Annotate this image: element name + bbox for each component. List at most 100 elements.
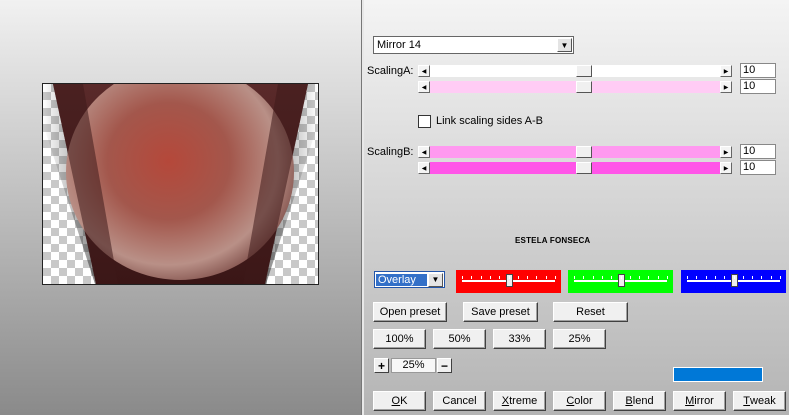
green-slider-knob[interactable] (618, 274, 626, 287)
slider-tick (601, 276, 603, 279)
scaling-a-value-1[interactable]: 10 (740, 63, 776, 78)
slider-tick (761, 276, 763, 279)
zoom-50-button[interactable]: 50% (433, 329, 486, 349)
scaling-a-slider-1[interactable]: ◀ ▶ (418, 65, 732, 77)
green-slider[interactable] (568, 270, 673, 293)
scaling-b-slider-1[interactable]: ◀ ▶ (418, 146, 732, 158)
arrow-right-icon[interactable]: ▶ (720, 81, 732, 93)
preset-dropdown[interactable]: Mirror 14 ▼ (373, 36, 574, 54)
slider-tick (611, 276, 613, 279)
arrow-left-icon[interactable]: ◀ (418, 81, 430, 93)
scaling-a-thumb-2[interactable] (575, 81, 592, 93)
slider-tick (780, 276, 781, 279)
preview-canvas (42, 83, 319, 285)
slider-tick (499, 276, 501, 279)
arrow-left-icon[interactable]: ◀ (418, 65, 430, 77)
zoom-25-button[interactable]: 25% (553, 329, 606, 349)
chevron-down-icon[interactable]: ▼ (557, 38, 572, 52)
blend-mode-dropdown[interactable]: Overlay ▼ (374, 271, 445, 288)
tweak-accesskey: T (743, 395, 751, 407)
slider-tick (752, 276, 754, 279)
scaling-a-thumb-1[interactable] (575, 65, 592, 77)
slider-tick (667, 276, 668, 279)
scaling-b-value-1[interactable]: 10 (740, 144, 776, 159)
slider-tick (536, 276, 538, 279)
scaling-a-slider-2[interactable]: ◀ ▶ (418, 81, 732, 93)
slider-tick (770, 276, 772, 279)
reset-button[interactable]: Reset (553, 302, 628, 322)
preview-panel (0, 0, 361, 415)
blend-button[interactable]: Blend (613, 391, 666, 411)
ok-label: K (400, 395, 408, 407)
xtreme-label: treme (509, 395, 538, 407)
zoom-in-button[interactable]: + (374, 358, 389, 373)
slider-tick (742, 276, 744, 279)
tweak-label: weak (750, 395, 776, 407)
slider-tick (545, 276, 547, 279)
scaling-a-track-1[interactable] (430, 65, 720, 77)
slider-tick (724, 276, 726, 279)
settings-panel (364, 0, 789, 415)
red-slider[interactable] (456, 270, 561, 293)
scaling-b-value-2[interactable]: 10 (740, 160, 776, 175)
cancel-button[interactable]: Cancel (433, 391, 486, 411)
xtreme-button[interactable]: Xtreme (493, 391, 546, 411)
scaling-b-slider-2[interactable]: ◀ ▶ (418, 162, 732, 174)
blue-slider[interactable] (681, 270, 786, 293)
cancel-label: Cancel (442, 395, 477, 407)
slider-tick (687, 276, 688, 279)
slider-tick (714, 276, 716, 279)
blue-slider-knob[interactable] (731, 274, 739, 287)
xtreme-accesskey: X (501, 395, 510, 407)
slider-tick (639, 276, 641, 279)
preview-image (43, 84, 318, 284)
zoom-100-button[interactable]: 100% (373, 329, 426, 349)
scaling-b-track-1[interactable] (430, 146, 720, 158)
scaling-b-track-2[interactable] (430, 162, 720, 174)
link-scaling-label: Link scaling sides A-B (436, 115, 543, 127)
slider-tick (657, 276, 659, 279)
ok-accesskey: O (391, 395, 401, 407)
arrow-right-icon[interactable]: ▶ (720, 146, 732, 158)
slider-tick (471, 276, 473, 279)
color-button[interactable]: Color (553, 391, 606, 411)
chevron-down-icon[interactable]: ▼ (428, 272, 443, 287)
red-slider-knob[interactable] (506, 274, 514, 287)
scaling-b-thumb-2[interactable] (575, 162, 592, 174)
open-preset-button[interactable]: Open preset (373, 302, 447, 322)
credit-text: ESTELA FONSECA (515, 236, 591, 245)
arrow-left-icon[interactable]: ◀ (418, 162, 430, 174)
slider-tick (648, 276, 650, 279)
zoom-33-button[interactable]: 33% (493, 329, 546, 349)
slider-tick (592, 276, 594, 279)
slider-tick (489, 276, 491, 279)
arrow-right-icon[interactable]: ▶ (720, 65, 732, 77)
zoom-level-field[interactable]: 25% (391, 358, 436, 373)
slider-tick (527, 276, 529, 279)
scaling-b-label: ScalingB: (367, 146, 414, 158)
mirror-button[interactable]: Mirror (673, 391, 726, 411)
scaling-b-thumb-1[interactable] (575, 146, 592, 158)
ok-button[interactable]: OK (373, 391, 426, 411)
slider-tick (696, 276, 698, 279)
link-scaling-checkbox[interactable] (418, 115, 431, 128)
slider-tick (508, 276, 510, 279)
slider-tick (517, 276, 519, 279)
scaling-a-value-2[interactable]: 10 (740, 79, 776, 94)
slider-tick (462, 276, 463, 279)
zoom-out-button[interactable]: − (437, 358, 452, 373)
mirror-accesskey: M (685, 395, 695, 407)
slider-tick (555, 276, 556, 279)
blend-accesskey: B (625, 395, 633, 407)
preset-dropdown-value: Mirror 14 (377, 39, 422, 51)
arrow-left-icon[interactable]: ◀ (418, 146, 430, 158)
arrow-right-icon[interactable]: ▶ (720, 162, 732, 174)
slider-tick (733, 276, 735, 279)
slider-tick (705, 276, 707, 279)
color-accesskey: C (566, 395, 575, 407)
progress-bar (673, 367, 763, 382)
save-preset-button[interactable]: Save preset (463, 302, 538, 322)
tweak-button[interactable]: Tweak (733, 391, 786, 411)
scaling-a-track-2[interactable] (430, 81, 720, 93)
slider-tick (574, 276, 575, 279)
